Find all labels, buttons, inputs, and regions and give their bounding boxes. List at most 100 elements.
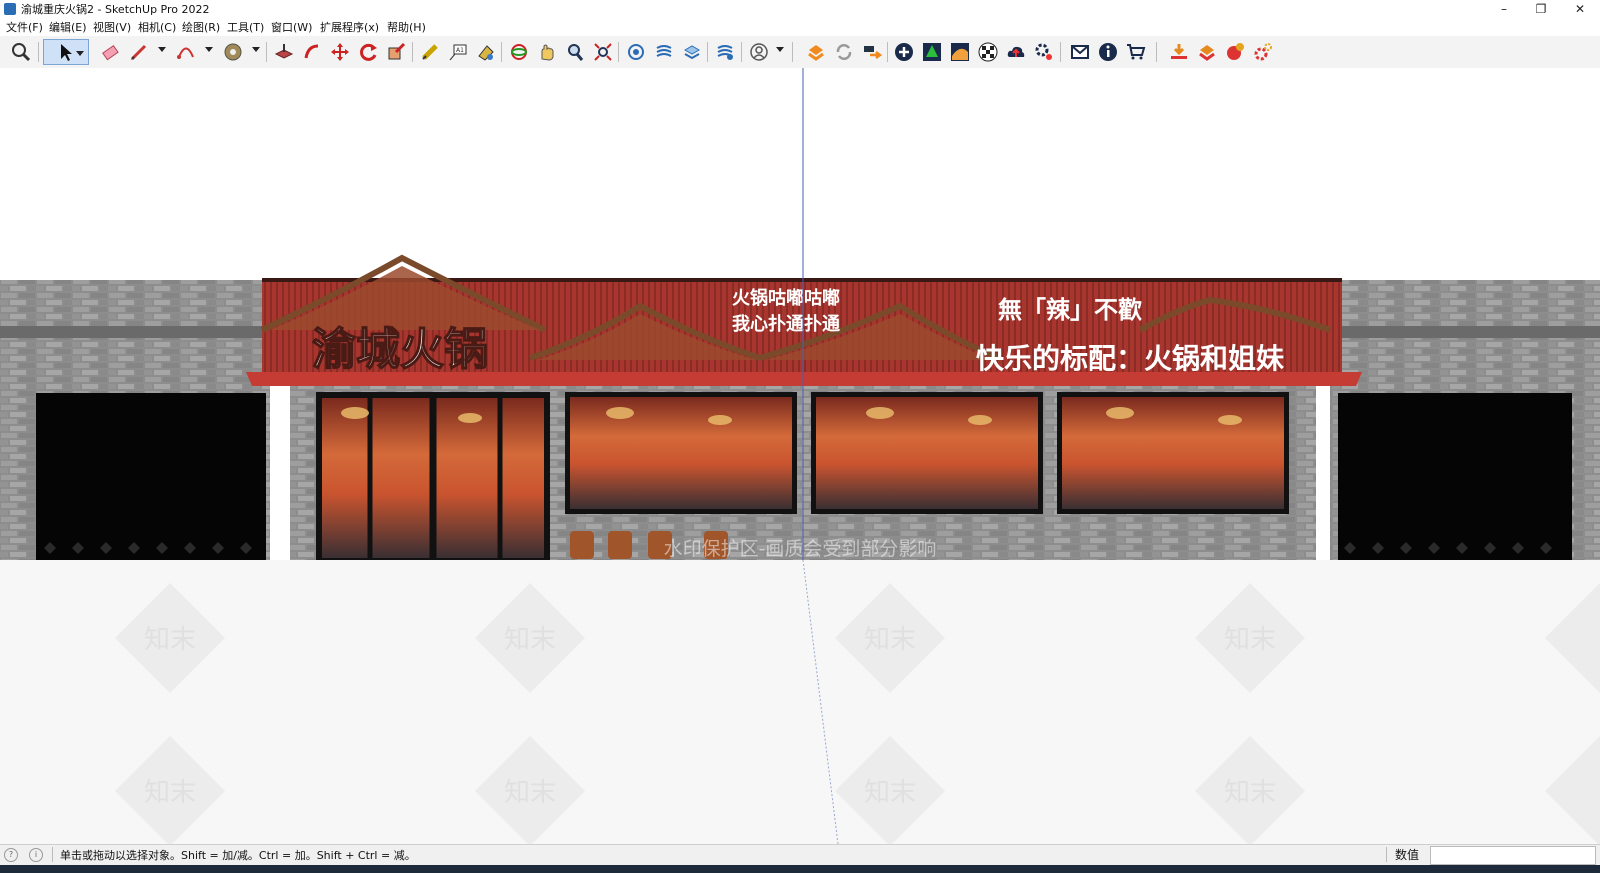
toolbar-separator <box>38 42 39 62</box>
warehouse-icon[interactable] <box>803 39 829 65</box>
scene-canvas[interactable]: 知末 知末 知末 知末 知末 知末 知末 知末 渝城火锅 火锅咕嘟咕嘟 我心扑通… <box>0 68 1600 844</box>
watermark-text: 知末 <box>864 778 916 808</box>
rotate-icon[interactable] <box>355 39 381 65</box>
watermark-text: 知末 <box>1224 625 1276 655</box>
title-bar: 渝城重庆火锅2 - SketchUp Pro 2022 – ❐ ✕ <box>0 0 1600 19</box>
headline1: 無「辣」不歡 <box>998 296 1142 324</box>
restore-button[interactable]: ❐ <box>1521 0 1561 19</box>
pan-icon[interactable] <box>534 39 560 65</box>
toolbar-separator <box>1156 42 1157 62</box>
tree-icon[interactable] <box>919 39 945 65</box>
toolbar-separator <box>887 42 888 62</box>
dark-opening-left <box>36 393 266 560</box>
status-bar: ? i 单击或拖动以选择对象。Shift = 加/减。Ctrl = 加。Shif… <box>0 844 1600 866</box>
chevron-down-icon[interactable] <box>158 47 166 52</box>
zoom-tool-icon[interactable] <box>562 39 588 65</box>
window-3 <box>1057 392 1289 514</box>
chevron-down-icon[interactable] <box>205 47 213 52</box>
menu-file[interactable]: 文件(F) <box>6 21 43 34</box>
sync-icon[interactable] <box>831 39 857 65</box>
zoom-extents-icon[interactable] <box>590 39 616 65</box>
plugin-icon[interactable] <box>1222 39 1248 65</box>
pushpull-icon[interactable] <box>271 39 297 65</box>
toolbar-separator <box>618 42 619 62</box>
watermark-text: 知末 <box>1224 778 1276 808</box>
svg-text:A1: A1 <box>456 47 464 54</box>
toolbar-separator <box>412 42 413 62</box>
export-icon[interactable] <box>1194 39 1220 65</box>
styles-icon[interactable] <box>679 39 705 65</box>
info-icon[interactable] <box>1095 39 1121 65</box>
text-icon[interactable]: A1 <box>445 39 471 65</box>
orbit-icon[interactable] <box>506 39 532 65</box>
gear-red-icon[interactable] <box>1250 39 1276 65</box>
ground-plane <box>0 560 1600 844</box>
toolbar-separator <box>707 42 708 62</box>
menu-camera[interactable]: 相机(C) <box>138 21 176 34</box>
menu-draw[interactable]: 绘图(R) <box>182 21 220 34</box>
outliner-icon[interactable] <box>623 39 649 65</box>
model-viewport[interactable]: 知末 知末 知末 知末 知末 知末 知末 知末 渝城火锅 火锅咕嘟咕嘟 我心扑通… <box>0 68 1600 844</box>
chevron-down-icon[interactable] <box>776 47 784 52</box>
watermark-text: 知末 <box>144 778 196 808</box>
layers-icon[interactable] <box>651 39 677 65</box>
paint-icon[interactable] <box>473 39 499 65</box>
arc-icon[interactable] <box>173 39 199 65</box>
add-location-icon[interactable] <box>891 39 917 65</box>
menu-extensions[interactable]: 扩展程序(x) <box>320 21 379 34</box>
measure-icon[interactable] <box>417 39 443 65</box>
cart-icon[interactable] <box>1123 39 1149 65</box>
window-1 <box>565 392 797 514</box>
settings-icon[interactable] <box>1031 39 1057 65</box>
watermark-text: 知末 <box>864 625 916 655</box>
checker-icon[interactable] <box>975 39 1001 65</box>
scale-icon[interactable] <box>383 39 409 65</box>
toolbar-separator <box>501 42 502 62</box>
menu-help[interactable]: 帮助(H) <box>387 21 426 34</box>
sketchup-app-icon <box>4 3 16 15</box>
sandbox-icon[interactable] <box>947 39 973 65</box>
menu-window[interactable]: 窗口(W) <box>271 21 312 34</box>
status-separator <box>52 847 53 862</box>
menu-tools[interactable]: 工具(T) <box>227 21 264 34</box>
chevron-down-icon[interactable] <box>76 51 84 56</box>
components-icon[interactable] <box>712 39 738 65</box>
window-2 <box>811 392 1043 514</box>
tape-icon[interactable] <box>220 39 246 65</box>
pencil-icon[interactable] <box>126 39 152 65</box>
taskbar <box>0 865 1600 873</box>
eraser-icon[interactable] <box>97 39 123 65</box>
measurements-input[interactable] <box>1430 846 1596 865</box>
wall-band-right <box>1338 326 1600 338</box>
toolbar-separator <box>1060 42 1061 62</box>
zoom-icon[interactable] <box>8 39 34 65</box>
headline2: 快乐的标配：火锅和姐妹 <box>976 342 1284 375</box>
menu-edit[interactable]: 编辑(E) <box>49 21 87 34</box>
toolbar-separator <box>741 42 742 62</box>
mail-icon[interactable] <box>1067 39 1093 65</box>
status-message: 单击或拖动以选择对象。Shift = 加/减。Ctrl = 加。Shift + … <box>60 849 416 862</box>
followme-icon[interactable] <box>299 39 325 65</box>
window-title: 渝城重庆火锅2 - SketchUp Pro 2022 <box>21 3 210 16</box>
watermark-text: 知末 <box>144 625 196 655</box>
toolbar-separator <box>792 42 793 62</box>
send-icon[interactable] <box>859 39 885 65</box>
move-icon[interactable] <box>327 39 353 65</box>
cloud-upload-icon[interactable] <box>1003 39 1029 65</box>
slogan-line1: 火锅咕嘟咕嘟 <box>732 287 840 309</box>
brand-sign: 渝城火锅 <box>312 324 488 375</box>
wall-band-left <box>0 326 262 338</box>
info-status-icon[interactable]: i <box>29 848 43 862</box>
measurements-label: 数值 <box>1395 848 1420 862</box>
menu-view[interactable]: 视图(V) <box>93 21 131 34</box>
import-icon[interactable] <box>1166 39 1192 65</box>
chevron-down-icon[interactable] <box>252 47 260 52</box>
dark-opening-right <box>1338 393 1572 560</box>
user-icon[interactable] <box>746 39 772 65</box>
geo-location-icon[interactable]: ? <box>4 848 18 862</box>
select-icon[interactable] <box>43 39 89 65</box>
minimize-button[interactable]: – <box>1484 0 1524 19</box>
close-button[interactable]: ✕ <box>1560 0 1600 19</box>
status-separator <box>1386 847 1387 862</box>
watermark-text: 知末 <box>504 778 556 808</box>
